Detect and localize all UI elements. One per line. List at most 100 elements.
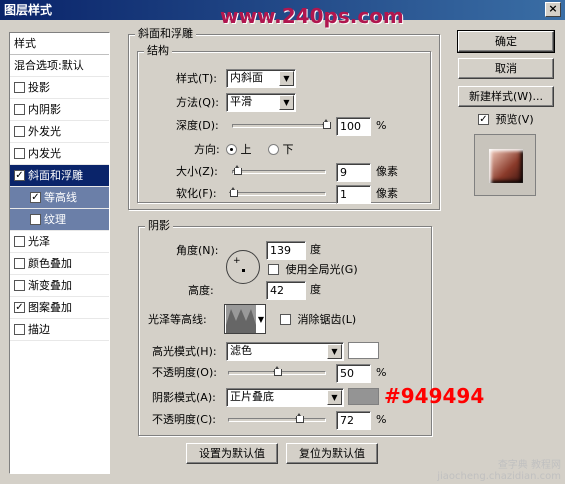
angle-label: 角度(N):: [176, 244, 219, 257]
size-unit: 像素: [376, 165, 398, 178]
new-style-button[interactable]: 新建样式(W)...: [458, 86, 554, 107]
highlight-mode-label: 高光模式(H):: [152, 345, 217, 358]
style-preview-thumbnail: [474, 134, 536, 196]
style-item[interactable]: 描边: [10, 319, 109, 341]
style-item[interactable]: 投影: [10, 77, 109, 99]
checkbox-icon[interactable]: [14, 257, 25, 269]
style-item-label: 渐变叠加: [28, 279, 72, 292]
gloss-contour-label: 光泽等高线:: [148, 313, 207, 326]
make-default-button[interactable]: 设置为默认值: [186, 443, 278, 464]
highlight-opacity-label: 不透明度(O):: [152, 366, 217, 379]
direction-down-label: 下: [282, 143, 294, 156]
global-light-checkbox[interactable]: 使用全局光(G): [268, 261, 358, 279]
style-item[interactable]: ✓ 等高线: [10, 187, 109, 209]
depth-input[interactable]: 100: [336, 117, 371, 136]
checkbox-checked-icon[interactable]: ✓: [14, 169, 25, 181]
size-slider-thumb[interactable]: [232, 165, 242, 177]
style-select-value: 内斜面: [230, 71, 263, 84]
style-item-label: 光泽: [28, 235, 50, 248]
highlight-mode-select[interactable]: 滤色 ▼: [226, 342, 344, 361]
direction-up-radio[interactable]: 上: [226, 141, 252, 159]
styles-header[interactable]: 样式: [10, 33, 109, 55]
style-item[interactable]: 外发光: [10, 121, 109, 143]
style-select[interactable]: 内斜面 ▼: [226, 69, 296, 88]
checkbox-checked-icon[interactable]: ✓: [14, 301, 25, 313]
checkbox-icon[interactable]: [14, 125, 25, 137]
angle-input[interactable]: 139: [266, 241, 306, 260]
checkbox-icon: [280, 313, 291, 325]
checkbox-icon[interactable]: [14, 235, 25, 247]
antialias-checkbox[interactable]: 消除锯齿(L): [280, 311, 356, 329]
preview-label: 预览(V): [495, 113, 534, 126]
style-item-label: 外发光: [28, 125, 61, 138]
radio-off-icon: [268, 143, 279, 155]
depth-unit: %: [376, 119, 387, 132]
preview-swatch: [489, 149, 523, 183]
reset-default-button[interactable]: 复位为默认值: [286, 443, 378, 464]
size-slider[interactable]: [232, 163, 326, 181]
blending-options-item[interactable]: 混合选项:默认: [10, 55, 109, 77]
style-label: 样式(T):: [176, 72, 218, 85]
highlight-opacity-input[interactable]: 50: [336, 364, 371, 383]
gloss-contour-picker[interactable]: ▼: [224, 304, 266, 334]
style-item-label: 斜面和浮雕: [28, 169, 83, 182]
shadow-opacity-unit: %: [376, 413, 387, 426]
depth-slider-thumb[interactable]: [322, 119, 331, 131]
footer-watermark: 查字典 教程网 jiaocheng.chazidian.com: [437, 460, 561, 482]
size-input[interactable]: 9: [336, 163, 371, 182]
altitude-input[interactable]: 42: [266, 281, 306, 300]
checkbox-icon[interactable]: [14, 323, 25, 335]
soften-input[interactable]: 1: [336, 185, 371, 204]
style-item[interactable]: ✓ 图案叠加: [10, 297, 109, 319]
angle-unit: 度: [310, 243, 321, 256]
style-item[interactable]: 纹理: [10, 209, 109, 231]
style-item[interactable]: 颜色叠加: [10, 253, 109, 275]
angle-dial[interactable]: +: [226, 250, 260, 284]
shadow-mode-select[interactable]: 正片叠底 ▼: [226, 388, 344, 407]
shadow-opacity-input[interactable]: 72: [336, 411, 371, 430]
style-item[interactable]: 内阴影: [10, 99, 109, 121]
angle-dial-dot: [242, 269, 245, 272]
shadow-opacity-label: 不透明度(C):: [152, 413, 216, 426]
style-item[interactable]: ✓ 斜面和浮雕: [10, 165, 109, 187]
technique-select[interactable]: 平滑 ▼: [226, 93, 296, 112]
shadow-opacity-slider[interactable]: [228, 411, 326, 429]
shadow-opacity-thumb[interactable]: [294, 413, 304, 425]
checkbox-checked-icon[interactable]: ✓: [30, 191, 41, 203]
highlight-opacity-slider[interactable]: [228, 364, 326, 382]
direction-label: 方向:: [194, 143, 220, 156]
style-item[interactable]: 内发光: [10, 143, 109, 165]
depth-slider[interactable]: [232, 117, 331, 135]
checkbox-icon[interactable]: [14, 147, 25, 159]
checkbox-icon[interactable]: [30, 213, 41, 225]
contour-curve-icon: [226, 305, 256, 333]
direction-down-radio[interactable]: 下: [268, 141, 294, 159]
highlight-opacity-thumb[interactable]: [273, 366, 282, 378]
chevron-down-icon: ▼: [257, 315, 264, 324]
checkbox-icon[interactable]: [14, 81, 25, 93]
chevron-down-icon: ▼: [279, 71, 294, 86]
checkbox-icon[interactable]: [14, 279, 25, 291]
highlight-color-swatch[interactable]: [348, 342, 379, 359]
style-item-label: 内发光: [28, 147, 61, 160]
shadow-color-annotation: #949494: [384, 384, 485, 408]
chevron-down-icon: ▼: [327, 390, 342, 405]
technique-select-value: 平滑: [230, 95, 252, 108]
depth-slider-track: [232, 124, 326, 128]
checkbox-icon: [268, 263, 279, 275]
style-item-label: 纹理: [44, 213, 66, 226]
styles-list: 样式 混合选项:默认 投影 内阴影 外发光 内发光 ✓ 斜面和浮雕 ✓ 等高线 纹理 光泽 颜色叠加…: [9, 32, 110, 474]
ok-button[interactable]: 确定: [457, 30, 555, 53]
style-item[interactable]: 渐变叠加: [10, 275, 109, 297]
shadow-color-swatch[interactable]: [348, 388, 379, 405]
depth-label: 深度(D):: [176, 119, 219, 132]
soften-slider[interactable]: [228, 185, 326, 203]
preview-checkbox[interactable]: ✓ 预览(V): [478, 111, 534, 129]
style-item-label: 投影: [28, 81, 50, 94]
style-item[interactable]: 光泽: [10, 231, 109, 253]
size-label: 大小(Z):: [176, 165, 218, 178]
checkbox-icon[interactable]: [14, 103, 25, 115]
soften-slider-thumb[interactable]: [228, 187, 238, 199]
cancel-button[interactable]: 取消: [458, 58, 554, 79]
close-button[interactable]: ×: [545, 2, 561, 17]
